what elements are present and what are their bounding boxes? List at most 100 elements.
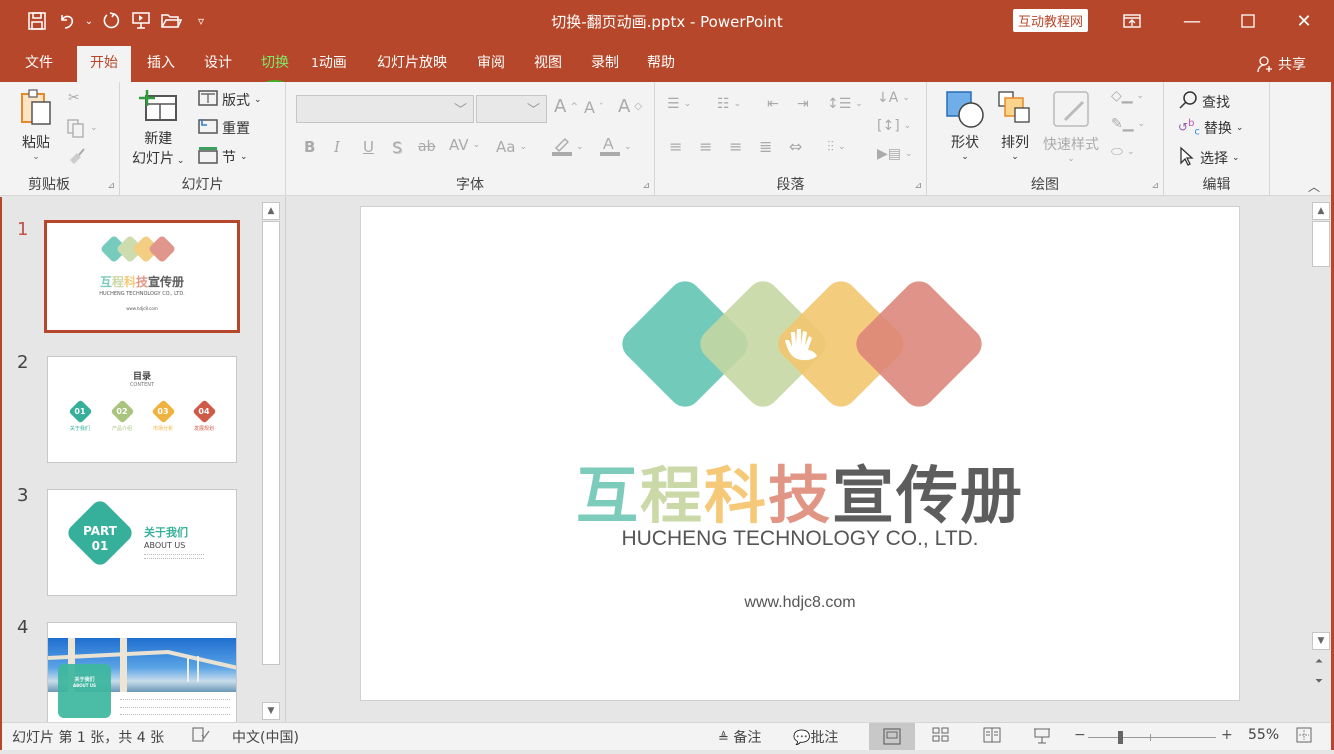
font-name-combo[interactable]: ﹀ <box>296 95 474 123</box>
slideshow-button[interactable] <box>1033 727 1051 749</box>
fit-to-window-button[interactable] <box>1296 727 1312 747</box>
strikethrough-button[interactable]: ab <box>418 139 435 155</box>
slide-thumbnail-3[interactable]: PART 01 关于我们 ABOUT US <box>47 489 237 596</box>
scroll-thumb[interactable] <box>262 221 280 665</box>
italic-button[interactable]: I <box>334 138 340 156</box>
comments-button[interactable]: 💬批注 <box>793 727 838 747</box>
thumbnails-scrollbar[interactable]: ▲ ▼ <box>262 202 280 720</box>
format-painter-icon[interactable] <box>67 146 87 166</box>
next-slide-icon[interactable]: ⏷ <box>1315 676 1323 687</box>
select-button[interactable]: 选择 ⌄ <box>1178 146 1240 170</box>
tab-animations[interactable]: 1动画 <box>306 46 352 82</box>
justify-icon[interactable]: ≣ <box>759 137 772 156</box>
maximize-button[interactable] <box>1220 0 1276 42</box>
font-size-combo[interactable]: ﹀ <box>476 95 547 123</box>
arrange-button[interactable]: 排列 ⌄ <box>997 90 1033 162</box>
slide-title[interactable]: 互程科技宣传册 <box>361 445 1239 535</box>
accessibility-icon[interactable] <box>192 727 210 747</box>
text-shadow-button[interactable]: S <box>392 138 402 157</box>
line-spacing-button[interactable]: ↕☰ ⌄ <box>827 96 863 112</box>
font-color-button[interactable]: A ⌄ <box>598 134 632 160</box>
numbering-button[interactable]: ☷ ⌄ <box>717 96 741 112</box>
decrease-font-size-icon[interactable]: Aˇ <box>584 98 603 117</box>
paste-button[interactable]: 粘贴 ⌄ <box>18 88 54 162</box>
columns-button[interactable]: ⫶⫶ ⌄ <box>827 139 846 155</box>
align-center-icon[interactable]: ≡ <box>699 137 712 156</box>
reset-button[interactable]: 重置 <box>198 118 250 138</box>
tab-insert[interactable]: 插入 <box>136 46 186 82</box>
slide-thumbnail-1[interactable]: 互程科技宣传册 HUCHENG TECHNOLOGY CO., LTD. www… <box>44 220 240 333</box>
convert-to-smartart-button[interactable]: ▶▤ ⌄ <box>877 146 913 162</box>
zoom-level[interactable]: 55% <box>1248 727 1279 743</box>
text-direction-button[interactable]: ↓A ⌄ <box>877 90 910 106</box>
shape-fill-button[interactable]: ◇▁ ⌄ <box>1111 88 1144 104</box>
previous-slide-icon[interactable]: ⏶ <box>1315 656 1323 667</box>
tab-record[interactable]: 录制 <box>582 46 628 82</box>
book-icon <box>983 727 1001 743</box>
scroll-up-button[interactable]: ▲ <box>262 202 280 220</box>
underline-button[interactable]: U <box>363 138 374 156</box>
tab-file[interactable]: 文件 <box>14 46 64 82</box>
bullets-button[interactable]: ☰ ⌄ <box>667 96 691 112</box>
tab-design[interactable]: 设计 <box>193 46 243 82</box>
clipboard-launcher-icon[interactable]: ⊿ <box>107 181 115 191</box>
minimize-button[interactable]: — <box>1164 0 1220 42</box>
share-button[interactable]: 共享 <box>1256 54 1306 74</box>
close-button[interactable]: ✕ <box>1276 0 1332 42</box>
zoom-slider[interactable] <box>1088 731 1216 744</box>
tab-view[interactable]: 视图 <box>525 46 571 82</box>
notes-button[interactable]: ≜ 备注 <box>718 727 761 747</box>
drawing-launcher-icon[interactable]: ⊿ <box>1151 181 1159 191</box>
shape-outline-button[interactable]: ✎▁ ⌄ <box>1111 116 1145 132</box>
find-button[interactable]: 查找 <box>1178 90 1230 114</box>
highlight-color-button[interactable]: ⌄ <box>550 134 584 160</box>
scroll-down-button[interactable]: ▼ <box>1312 632 1330 650</box>
tab-slideshow[interactable]: 幻灯片放映 <box>366 46 458 82</box>
slide-sorter-button[interactable] <box>932 727 950 747</box>
slide-subtitle[interactable]: HUCHENG TECHNOLOGY CO., LTD. <box>361 527 1239 551</box>
align-text-button[interactable]: [↕] ⌄ <box>877 118 911 134</box>
section-button[interactable]: 节 ⌄ <box>198 146 248 168</box>
tab-help[interactable]: 帮助 <box>638 46 684 82</box>
font-launcher-icon[interactable]: ⊿ <box>642 181 650 191</box>
zoom-out-button[interactable]: − <box>1074 727 1086 743</box>
scroll-thumb[interactable] <box>1312 221 1330 267</box>
slide-thumbnail-2[interactable]: 目录 CONTENT 01 02 03 04 关于我们 产品介绍 市场分析 发展… <box>47 356 237 463</box>
zoom-in-button[interactable]: + <box>1221 727 1233 743</box>
layout-button[interactable]: 版式 ⌄ <box>198 90 262 110</box>
zoom-slider-thumb[interactable] <box>1118 731 1123 744</box>
paragraph-launcher-icon[interactable]: ⊿ <box>914 181 922 191</box>
tab-review[interactable]: 审阅 <box>468 46 514 82</box>
slide-url[interactable]: www.hdjc8.com <box>361 594 1239 612</box>
quick-styles-button[interactable]: 快速样式 ⌄ <box>1043 90 1099 164</box>
slide-thumbnail-4[interactable]: 关于我们 ABOUT US <box>47 622 237 722</box>
align-right-icon[interactable]: ≡ <box>729 137 742 156</box>
ribbon-display-options-button[interactable] <box>1104 0 1160 42</box>
distributed-icon[interactable]: ⇔ <box>789 137 802 156</box>
new-slide-button[interactable]: 新建 幻灯片 ⌄ <box>132 88 184 168</box>
align-left-icon[interactable]: ≡ <box>669 137 682 156</box>
decrease-indent-icon[interactable]: ⇤ <box>767 96 779 112</box>
bold-button[interactable]: B <box>304 138 315 156</box>
copy-icon[interactable]: ⌄ <box>66 118 98 138</box>
current-slide[interactable]: 互程科技宣传册 HUCHENG TECHNOLOGY CO., LTD. www… <box>360 206 1240 701</box>
shapes-button[interactable]: 形状 ⌄ <box>945 90 985 162</box>
tab-home[interactable]: 开始 <box>77 46 131 82</box>
normal-view-button[interactable] <box>869 723 915 750</box>
tab-transitions[interactable]: 切换 <box>251 46 299 82</box>
increase-font-size-icon[interactable]: A ^ <box>554 96 578 117</box>
replace-button[interactable]: ↺bc 替换 ⌄ <box>1178 118 1243 138</box>
collapse-ribbon-icon[interactable]: ︿ <box>1308 178 1320 195</box>
shape-effects-button[interactable]: ⬭ ⌄ <box>1111 144 1135 160</box>
scroll-up-button[interactable]: ▲ <box>1312 202 1330 220</box>
reading-view-button[interactable] <box>983 727 1001 747</box>
clear-formatting-icon[interactable]: A ◇ <box>618 96 642 117</box>
language-indicator[interactable]: 中文(中国) <box>232 727 299 747</box>
scroll-down-button[interactable]: ▼ <box>262 702 280 720</box>
editor-scrollbar[interactable]: ▲ ▼ ⏶ ⏷ <box>1312 202 1330 692</box>
change-case-button[interactable]: Aa ⌄ <box>496 138 527 156</box>
character-spacing-button[interactable]: AV ⌄ <box>449 136 480 154</box>
increase-indent-icon[interactable]: ⇥ <box>797 96 809 112</box>
cut-icon[interactable]: ✂ <box>68 90 80 106</box>
slide-number: 1 <box>17 219 29 240</box>
